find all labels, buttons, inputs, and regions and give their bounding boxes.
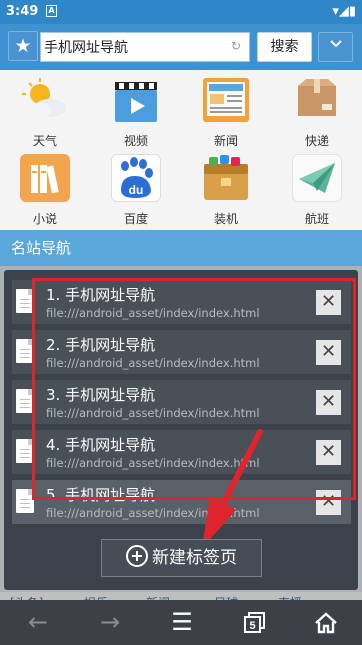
- tab-url: file:///android_asset/index/index.html: [46, 306, 260, 320]
- books-icon: [20, 154, 70, 202]
- document-icon: [16, 339, 34, 363]
- notification-icon: A: [46, 5, 57, 17]
- app-weather[interactable]: 天气: [15, 76, 75, 149]
- close-icon[interactable]: ✕: [316, 340, 341, 365]
- package-icon: [292, 76, 342, 124]
- status-bar: 3:49 A ▾◢▮: [0, 0, 362, 24]
- document-icon: [16, 439, 34, 463]
- apps-box-icon: [201, 154, 251, 202]
- app-novel[interactable]: 小说: [15, 154, 75, 227]
- tab-title: 5. 手机网址导航: [46, 486, 156, 504]
- tab-item[interactable]: 1. 手机网址导航 file:///android_asset/index/in…: [12, 280, 351, 324]
- tab-title: 4. 手机网址导航: [46, 436, 156, 454]
- search-box[interactable]: ↻: [40, 32, 250, 62]
- status-icons: ▾◢▮: [332, 4, 356, 19]
- new-tab-button[interactable]: 新建标签页: [101, 539, 262, 577]
- tab-title: 2. 手机网址导航: [46, 336, 156, 354]
- document-icon: [16, 489, 34, 513]
- chevron-down-icon[interactable]: [318, 32, 353, 62]
- app-label: 视频: [123, 134, 148, 148]
- tab-url: file:///android_asset/index/index.html: [46, 456, 260, 470]
- section-title: 名站导航: [0, 230, 362, 266]
- app-news[interactable]: 新闻: [196, 76, 256, 149]
- close-icon[interactable]: ✕: [316, 440, 341, 465]
- search-input[interactable]: [44, 33, 224, 61]
- search-button[interactable]: 搜索: [257, 32, 312, 62]
- refresh-icon[interactable]: ↻: [231, 39, 241, 53]
- back-arrow-icon[interactable]: ←: [2, 600, 74, 645]
- video-icon: [111, 76, 161, 124]
- baidu-icon: du: [111, 154, 161, 202]
- tab-count: 5: [249, 620, 255, 632]
- tab-title: 3. 手机网址导航: [46, 386, 156, 404]
- status-time: 3:49: [6, 4, 39, 19]
- menu-icon[interactable]: ☰: [146, 600, 218, 645]
- tab-item[interactable]: 4. 手机网址导航 file:///android_asset/index/in…: [12, 430, 351, 474]
- bookmark-star-icon[interactable]: ★: [8, 31, 38, 61]
- app-label: 天气: [32, 134, 57, 148]
- close-icon[interactable]: ✕: [316, 290, 341, 315]
- baidu-du-text: du: [129, 183, 144, 197]
- search-toolbar: ★ ↻ 搜索: [0, 24, 362, 70]
- app-label: 快递: [304, 134, 329, 148]
- app-label: 新闻: [213, 134, 238, 148]
- paper-plane-icon: [292, 154, 342, 202]
- new-tab-label: 新建标签页: [152, 548, 237, 568]
- app-express[interactable]: 快递: [287, 76, 347, 149]
- app-video[interactable]: 视频: [106, 76, 166, 149]
- news-icon: [201, 76, 251, 124]
- close-icon[interactable]: ✕: [316, 490, 341, 515]
- tab-url: file:///android_asset/index/index.html: [46, 506, 260, 520]
- tab-item-active[interactable]: 5. 手机网址导航 file:///android_asset/index/in…: [12, 480, 351, 524]
- app-baidu[interactable]: du 百度: [106, 154, 166, 227]
- app-label: 小说: [32, 212, 57, 226]
- tab-url: file:///android_asset/index/index.html: [46, 356, 260, 370]
- tabs-icon[interactable]: 5: [219, 600, 291, 645]
- app-install[interactable]: 装机: [196, 154, 256, 227]
- app-label: 装机: [213, 212, 238, 226]
- plus-circle-icon: [126, 545, 148, 567]
- tab-url: file:///android_asset/index/index.html: [46, 406, 260, 420]
- quick-links-grid: 天气 视频 新闻 快递 小说 du 百度 装机 航班: [0, 70, 362, 230]
- home-icon[interactable]: [290, 600, 362, 645]
- bottom-nav: ← → ☰ 5: [0, 600, 362, 645]
- document-icon: [16, 289, 34, 313]
- weather-icon: [20, 76, 70, 124]
- close-icon[interactable]: ✕: [316, 390, 341, 415]
- app-label: 百度: [123, 212, 148, 226]
- tab-title: 1. 手机网址导航: [46, 286, 156, 304]
- tab-item[interactable]: 3. 手机网址导航 file:///android_asset/index/in…: [12, 380, 351, 424]
- tab-item[interactable]: 2. 手机网址导航 file:///android_asset/index/in…: [12, 330, 351, 374]
- app-label: 航班: [304, 212, 329, 226]
- app-flight[interactable]: 航班: [287, 154, 347, 227]
- forward-arrow-icon[interactable]: →: [74, 600, 146, 645]
- document-icon: [16, 389, 34, 413]
